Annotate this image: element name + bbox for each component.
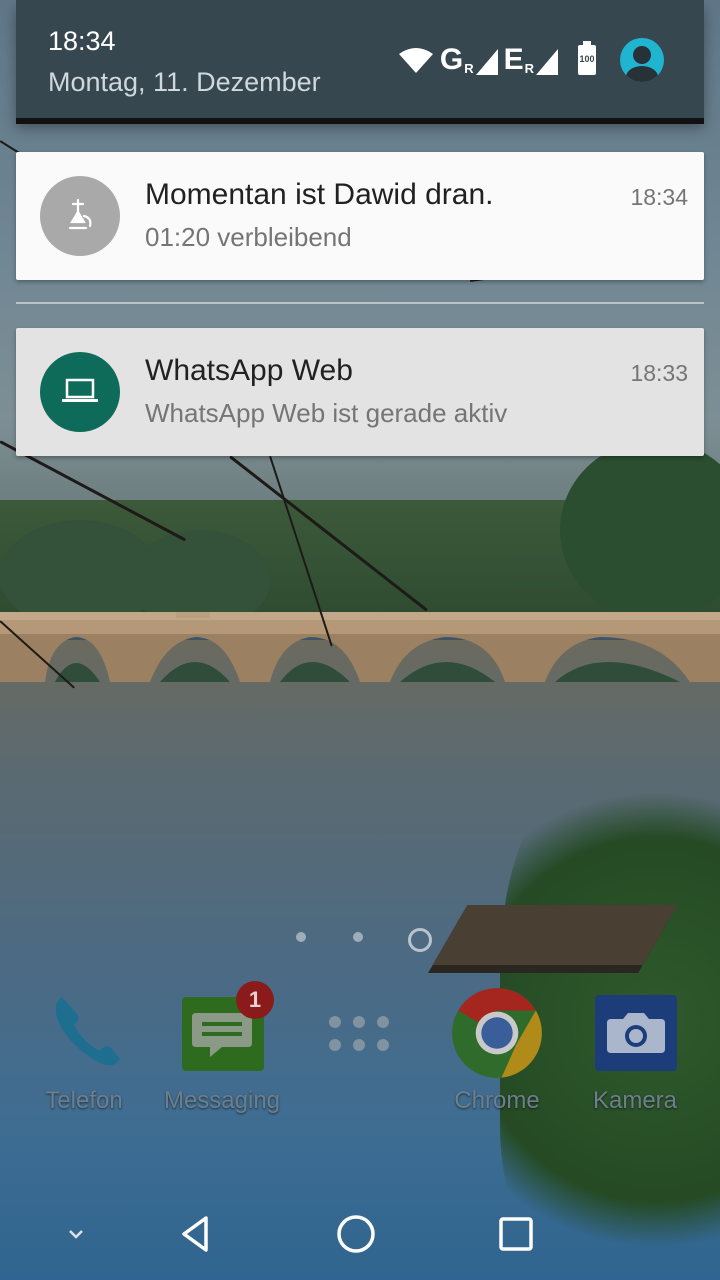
- chevron-down-icon: [69, 1230, 83, 1239]
- notification-time: 18:34: [630, 184, 688, 210]
- notification-title: Momentan ist Dawid dran.: [145, 178, 494, 211]
- home-page-indicator: [0, 928, 720, 952]
- network-type-2: E: [503, 43, 524, 76]
- status-icons: GR ER 100: [398, 38, 664, 82]
- hookah-icon: [68, 198, 92, 230]
- notification-time: 18:33: [630, 360, 688, 386]
- phone-icon: [55, 997, 120, 1066]
- wifi-icon: [398, 48, 433, 73]
- notification-text: WhatsApp Web ist gerade aktiv: [145, 398, 508, 428]
- navigation-bar: [0, 1182, 720, 1280]
- app-drawer-button[interactable]: [298, 985, 418, 1125]
- signal-e-icon: ER: [504, 45, 558, 75]
- laptop-icon: [62, 378, 98, 402]
- dock-app-chrome[interactable]: Chrome: [437, 985, 557, 1125]
- page-dot: [296, 932, 306, 942]
- app-label: Telefon: [45, 1087, 123, 1114]
- signal-bars-icon: [536, 49, 558, 75]
- dock-app-telefon[interactable]: Telefon: [24, 985, 144, 1125]
- user-avatar-icon[interactable]: [620, 38, 664, 82]
- notification-card[interactable]: WhatsApp Web WhatsApp Web ist gerade akt…: [16, 328, 704, 456]
- app-drawer-icon: [329, 1016, 389, 1051]
- back-triangle-icon: [182, 1216, 208, 1252]
- signal-bars-icon: [475, 49, 498, 75]
- dock-app-kamera[interactable]: Kamera: [575, 985, 695, 1125]
- unread-badge: 1: [236, 981, 274, 1019]
- notification-app-icon: [40, 176, 120, 256]
- app-label: Messaging: [163, 1087, 281, 1114]
- wallpaper-bridge: [0, 612, 720, 682]
- notification-card[interactable]: Momentan ist Dawid dran. 01:20 verbleibe…: [16, 152, 704, 280]
- app-label: Chrome: [454, 1087, 540, 1114]
- page-dot: [353, 932, 363, 942]
- page-dot-current: [408, 928, 432, 952]
- signal-g-icon: GR: [440, 45, 498, 75]
- notification-divider: [16, 302, 704, 304]
- back-button[interactable]: [166, 1204, 226, 1264]
- date[interactable]: Montag, 11. Dezember: [48, 67, 321, 98]
- dock-app-messaging[interactable]: 1 Messaging: [162, 981, 282, 1125]
- battery-icon: 100: [578, 41, 596, 75]
- notification-shade-header: 18:34 Montag, 11. Dezember GR ER 100: [16, 0, 704, 118]
- camera-icon: [595, 995, 677, 1071]
- network-type-1: G: [439, 43, 464, 76]
- chrome-icon: [452, 988, 542, 1078]
- recents-square-icon: [499, 1217, 533, 1251]
- home-circle-icon: [337, 1215, 375, 1253]
- roaming-indicator-2: R: [524, 61, 534, 76]
- notification-app-icon: [40, 352, 120, 432]
- notification-text: 01:20 verbleibend: [145, 222, 352, 252]
- recents-button[interactable]: [486, 1204, 546, 1264]
- clock: 18:34: [48, 26, 116, 56]
- notification-title: WhatsApp Web: [145, 354, 353, 387]
- app-label: Kamera: [592, 1087, 678, 1114]
- roaming-indicator-1: R: [464, 61, 474, 76]
- hide-keyboard-button[interactable]: [46, 1204, 106, 1264]
- battery-level: 100: [579, 54, 595, 64]
- home-button[interactable]: [326, 1204, 386, 1264]
